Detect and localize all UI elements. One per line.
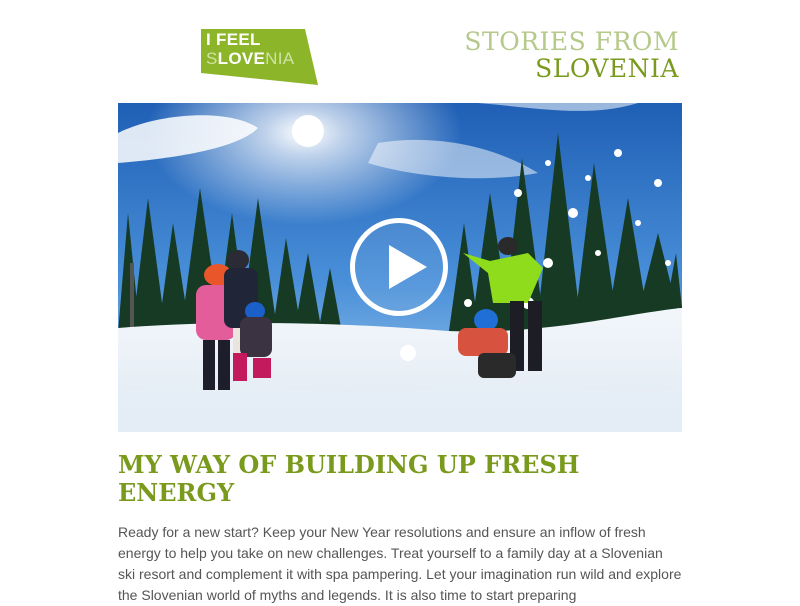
- hero-video-thumbnail[interactable]: [118, 103, 682, 432]
- stories-line1: STORIES FROM: [464, 27, 679, 56]
- stories-from-slovenia-title: STORIES FROM SLOVENIA: [464, 28, 679, 82]
- play-button[interactable]: [350, 218, 448, 316]
- logo-text: I FEEL SLOVENIA: [206, 30, 294, 68]
- logo-line2: SLOVENIA: [206, 49, 295, 68]
- article-title: MY WAY OF BUILDING UP FRESH ENERGY: [118, 450, 580, 507]
- play-icon: [389, 245, 427, 289]
- stories-line2: SLOVENIA: [535, 54, 679, 83]
- article-body: Ready for a new start? Keep your New Yea…: [118, 524, 682, 603]
- logo-line1: I FEEL: [206, 30, 261, 49]
- i-feel-slovenia-logo[interactable]: I FEEL SLOVENIA: [201, 29, 318, 85]
